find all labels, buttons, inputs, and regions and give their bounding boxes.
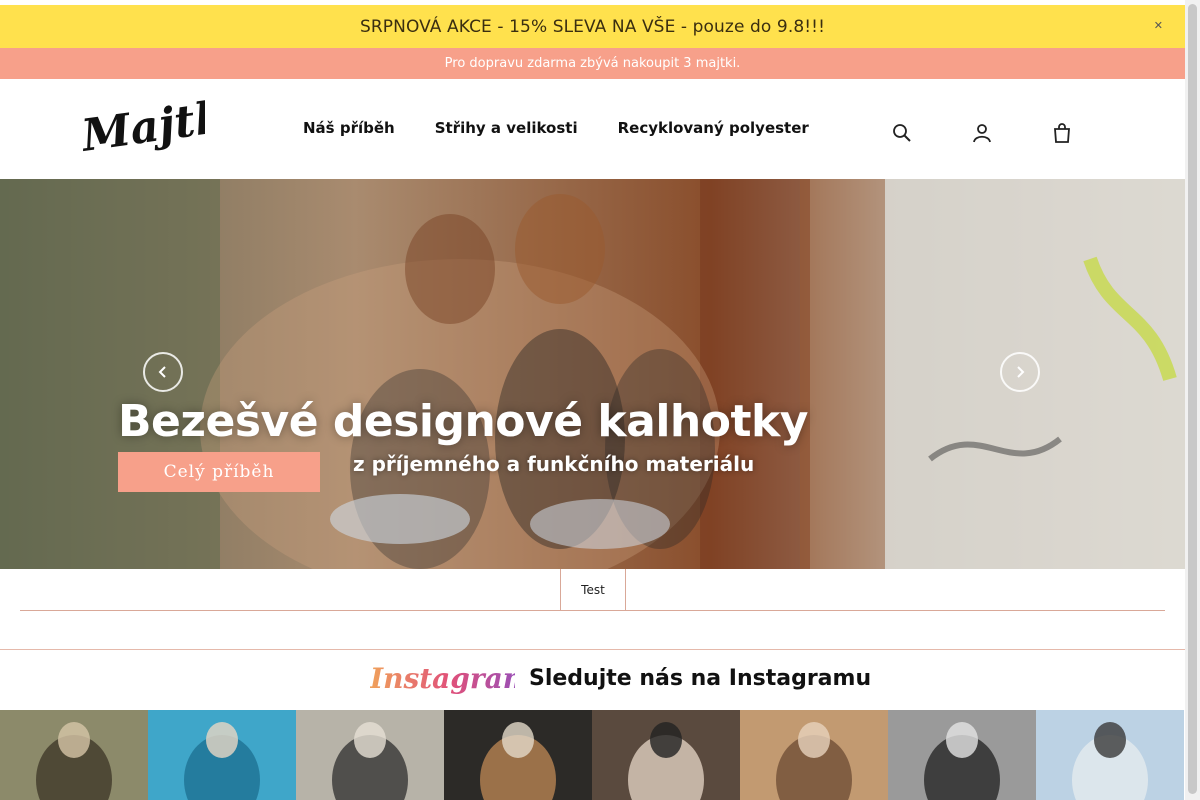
site-logo[interactable]: Majtki <box>77 89 245 169</box>
nav-item-recycled-polyester[interactable]: Recyklovaný polyester <box>618 119 809 137</box>
promo-bar: SRPNOVÁ AKCE - 15% SLEVA NA VŠE - pouze … <box>0 5 1185 48</box>
main-nav: Náš příběh Střihy a velikosti Recyklovan… <box>303 119 809 137</box>
logo-wordmark: Majtki <box>77 89 245 162</box>
instagram-post[interactable] <box>888 710 1036 800</box>
free-shipping-bar: Pro dopravu zdarma zbývá nakoupit 3 majt… <box>0 48 1185 79</box>
site-header: Majtki Náš příběh Střihy a velikosti Rec… <box>0 79 1185 179</box>
tabs-divider <box>20 610 1165 611</box>
promo-text: SRPNOVÁ AKCE - 15% SLEVA NA VŠE - pouze … <box>360 16 825 37</box>
tab-test[interactable]: Test <box>560 569 626 610</box>
cart-icon[interactable] <box>1051 122 1073 144</box>
instagram-header: Instagram Sledujte nás na Instagramu <box>370 656 871 700</box>
hero-story-button-label: Celý příběh <box>163 462 275 482</box>
instagram-post[interactable] <box>296 710 444 800</box>
chevron-left-icon <box>158 366 166 378</box>
instagram-post[interactable] <box>740 710 888 800</box>
instagram-divider <box>0 649 1185 650</box>
search-icon[interactable] <box>891 122 913 144</box>
hero-story-button[interactable]: Celý příběh <box>118 452 320 492</box>
nav-item-our-story[interactable]: Náš příběh <box>303 119 395 137</box>
nav-item-cuts-sizes[interactable]: Střihy a velikosti <box>435 119 578 137</box>
free-shipping-text: Pro dopravu zdarma zbývá nakoupit 3 majt… <box>444 56 741 71</box>
svg-text:Majtki: Majtki <box>80 91 205 162</box>
instagram-logo[interactable]: Instagram <box>370 656 515 700</box>
slider-next-button[interactable] <box>1000 352 1040 392</box>
hero-slider: Bezešvé designové kalhotky Celý příběh z… <box>0 179 1185 569</box>
instagram-post[interactable] <box>1036 710 1184 800</box>
instagram-logo-text: Instagram <box>370 662 515 695</box>
instagram-post[interactable] <box>592 710 740 800</box>
hero-subtitle: z příjemného a funkčního materiálu <box>353 452 755 476</box>
product-tabs: Test <box>20 569 1165 611</box>
hero-title: Bezešvé designové kalhotky <box>118 396 808 447</box>
instagram-feed <box>0 710 1185 800</box>
user-icon[interactable] <box>971 122 993 144</box>
instagram-post[interactable] <box>444 710 592 800</box>
slider-prev-button[interactable] <box>143 352 183 392</box>
instagram-title: Sledujte nás na Instagramu <box>529 665 872 691</box>
scrollbar-thumb[interactable] <box>1188 4 1197 794</box>
instagram-post[interactable] <box>0 710 148 800</box>
tab-test-label: Test <box>581 582 605 597</box>
page: SRPNOVÁ AKCE - 15% SLEVA NA VŠE - pouze … <box>0 0 1185 800</box>
scrollbar[interactable] <box>1185 0 1200 800</box>
instagram-post[interactable] <box>148 710 296 800</box>
chevron-right-icon <box>1017 366 1025 378</box>
close-icon[interactable]: ✕ <box>1154 19 1163 32</box>
